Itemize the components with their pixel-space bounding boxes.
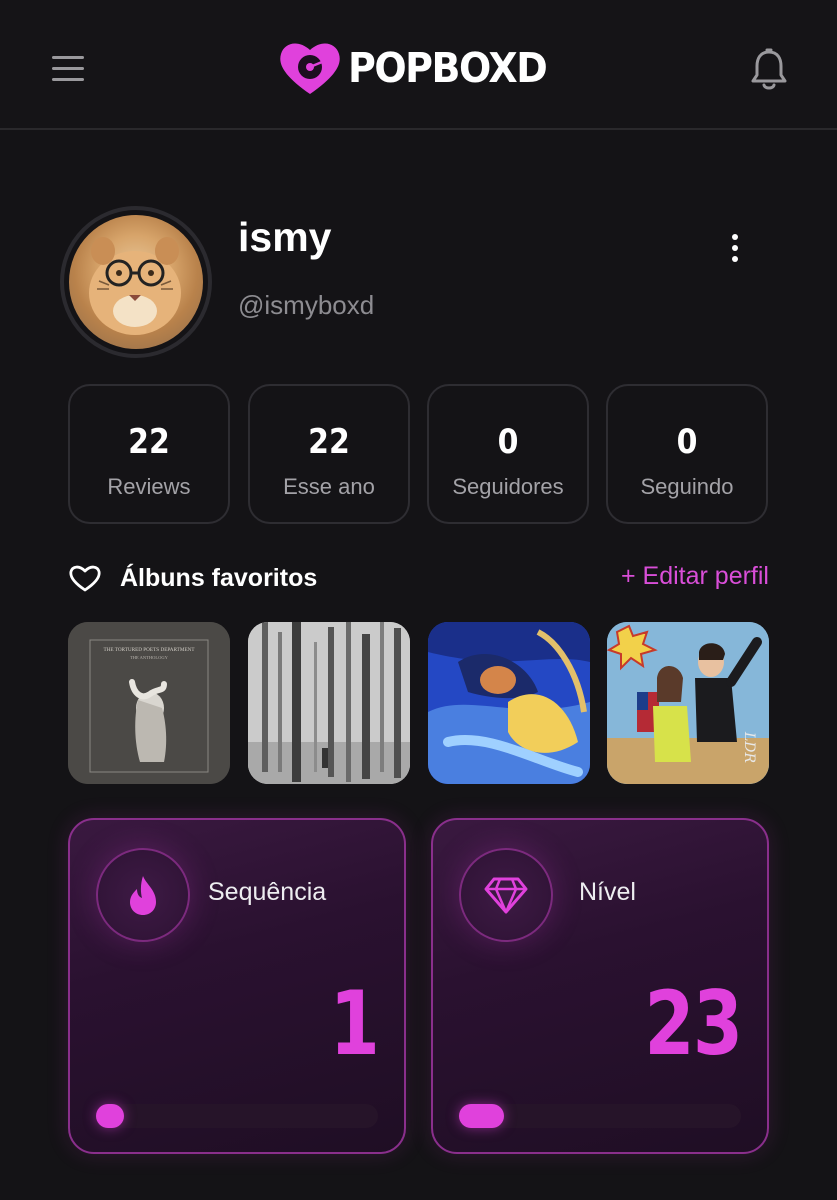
favorites-heading: Álbuns favoritos [68, 560, 317, 596]
level-progress-track [459, 1104, 741, 1128]
album-cover-2[interactable] [248, 622, 410, 784]
stat-following[interactable]: 0 Seguindo [606, 384, 768, 524]
level-icon-badge [459, 848, 553, 942]
stat-reviews[interactable]: 22 Reviews [68, 384, 230, 524]
album-cover-4[interactable]: LDR [607, 622, 769, 784]
stat-label: Seguidores [452, 474, 564, 499]
more-options-icon[interactable] [718, 230, 752, 266]
heart-outline-icon [69, 565, 101, 592]
album-cover-1[interactable]: THE TORTURED POETS DEPARTMENT THE ANTHOL… [68, 622, 230, 784]
flame-icon [130, 876, 156, 915]
album-4-label: LDR [741, 731, 757, 764]
top-bar: POPBOXD [0, 0, 837, 130]
menu-line [52, 78, 84, 81]
hamburger-menu-icon[interactable] [50, 52, 86, 84]
streak-card[interactable]: Sequência 1 [68, 818, 406, 1154]
edit-profile-link[interactable]: + Editar perfil [621, 562, 769, 591]
stat-this-year[interactable]: 22 Esse ano [248, 384, 410, 524]
streak-progress-track [96, 1104, 378, 1128]
stat-value: 22 [128, 422, 170, 462]
dot [732, 256, 738, 262]
level-card[interactable]: Nível 23 [431, 818, 769, 1154]
album-1-subtitle: THE ANTHOLOGY [130, 655, 169, 660]
profile-name: ismy [238, 214, 332, 260]
avatar[interactable] [60, 206, 212, 358]
menu-line [52, 56, 84, 59]
stat-value: 0 [676, 422, 698, 462]
avatar-image [69, 215, 203, 349]
streak-icon-badge [96, 848, 190, 942]
app-logo[interactable]: POPBOXD [278, 40, 548, 96]
stat-label: Reviews [107, 474, 191, 499]
streak-value: 1 [329, 972, 379, 1075]
stats-row: 22 Reviews 22 Esse ano 0 Seguidores 0 Se… [68, 384, 768, 524]
stat-followers[interactable]: 0 Seguidores [427, 384, 589, 524]
stat-label: Seguindo [640, 474, 734, 499]
stat-value: 0 [497, 422, 519, 462]
level-title: Nível [579, 878, 636, 906]
streak-title: Sequência [208, 878, 327, 906]
menu-line [52, 67, 84, 70]
favorites-title: Álbuns favoritos [120, 563, 318, 592]
bell-icon[interactable] [748, 46, 790, 92]
brand-name: POPBOXD [348, 44, 548, 92]
album-1-title: THE TORTURED POETS DEPARTMENT [103, 647, 195, 653]
streak-progress-fill [96, 1104, 125, 1128]
dot [732, 234, 738, 240]
dot [732, 245, 738, 251]
level-value: 23 [643, 972, 743, 1075]
diamond-icon [484, 877, 528, 914]
heart-vinyl-logo-icon [280, 43, 340, 94]
level-progress-fill [459, 1104, 505, 1128]
stat-label: Esse ano [283, 474, 375, 499]
profile-handle: @ismyboxd [238, 290, 375, 320]
stat-value: 22 [308, 422, 350, 462]
album-cover-3[interactable] [428, 622, 590, 784]
